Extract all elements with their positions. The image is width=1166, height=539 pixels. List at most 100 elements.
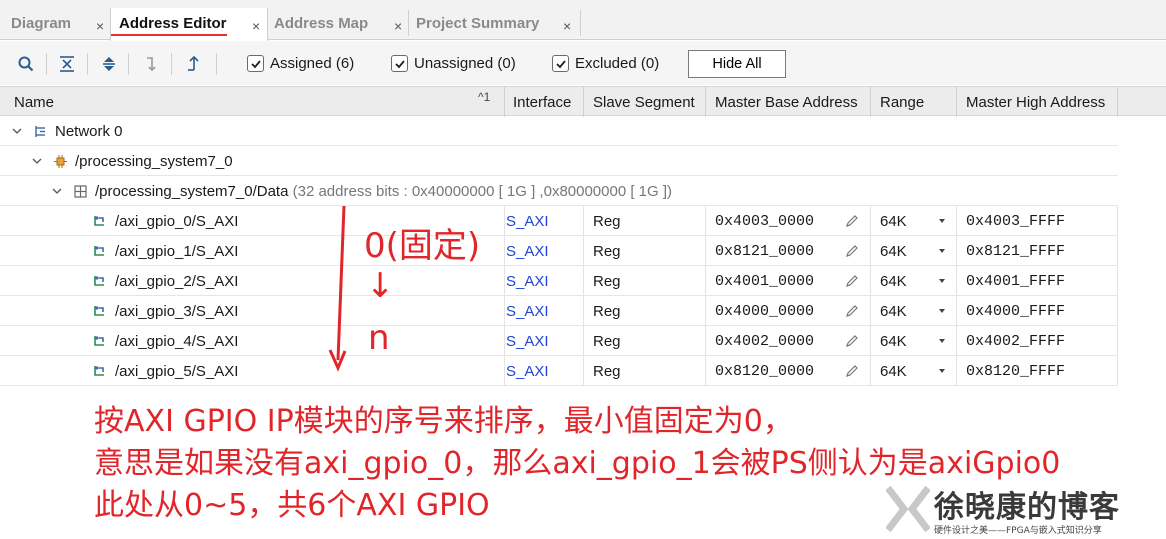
master-base-address[interactable]: 0x4003_0000 <box>715 206 814 236</box>
interface-link[interactable]: S_AXI <box>506 356 549 386</box>
filter-excluded-label: Excluded (0) <box>575 55 660 72</box>
slave-name: /axi_gpio_0/S_AXI <box>115 212 239 230</box>
chevron-down-icon[interactable] <box>10 124 24 138</box>
edit-pencil-icon[interactable] <box>845 364 859 378</box>
filter-assigned-label: Assigned (6) <box>270 55 355 72</box>
column-header-master-high-address[interactable]: Master High Address <box>958 87 1105 117</box>
filter-assigned-checkbox[interactable]: Assigned (6) <box>247 55 354 72</box>
chevron-down-icon[interactable] <box>30 154 44 168</box>
auto-assign-icon[interactable] <box>140 53 162 75</box>
table-row[interactable]: /axi_gpio_0/S_AXI S_AXI Reg 0x4003_0000 64K 0… <box>0 206 1118 236</box>
column-header-interface[interactable]: Interface <box>505 87 571 117</box>
close-icon[interactable]: × <box>252 18 260 34</box>
master-base-address[interactable]: 0x4002_0000 <box>715 326 814 356</box>
edit-pencil-icon[interactable] <box>845 334 859 348</box>
slave-segment: Reg <box>593 302 621 320</box>
chevron-down-icon[interactable] <box>935 364 949 378</box>
tab-address-editor[interactable]: Address Editor × <box>110 8 268 41</box>
interface-link[interactable]: S_AXI <box>506 296 549 326</box>
filter-unassigned-checkbox[interactable]: Unassigned (0) <box>391 55 516 72</box>
master-high-address: 0x4003_FFFF <box>966 212 1066 230</box>
chevron-down-icon[interactable] <box>935 304 949 318</box>
column-divider[interactable] <box>870 87 871 117</box>
chevron-down-icon[interactable] <box>935 214 949 228</box>
master-high-address: 0x4001_FFFF <box>966 272 1066 290</box>
edit-pencil-icon[interactable] <box>845 304 859 318</box>
tree-row-address-space[interactable]: /processing_system7_0/Data (32 address b… <box>0 176 1118 206</box>
edit-pencil-icon[interactable] <box>845 274 859 288</box>
column-header-slave-segment[interactable]: Slave Segment <box>585 87 695 117</box>
column-header-range[interactable]: Range <box>872 87 924 117</box>
tree-row-processor[interactable]: /processing_system7_0 <box>0 146 1118 176</box>
checkmark-icon[interactable] <box>552 55 569 72</box>
chevron-down-icon[interactable] <box>935 244 949 258</box>
range-value[interactable]: 64K <box>880 206 907 236</box>
chevron-down-icon[interactable] <box>50 184 64 198</box>
master-base-address[interactable]: 0x8120_0000 <box>715 356 814 386</box>
move-up-icon[interactable] <box>182 53 204 75</box>
sort-indicator[interactable]: ^1 <box>478 90 490 104</box>
checkmark-icon[interactable] <box>391 55 408 72</box>
column-header-master-base-address[interactable]: Master Base Address <box>707 87 858 117</box>
table-row[interactable]: /axi_gpio_5/S_AXI S_AXI Reg 0x8120_0000 64K 0… <box>0 356 1118 386</box>
tab-address-map[interactable]: Address Map × <box>268 8 408 40</box>
table-row[interactable]: /axi_gpio_3/S_AXI S_AXI Reg 0x4000_0000 64K 0… <box>0 296 1118 326</box>
master-base-address[interactable]: 0x8121_0000 <box>715 236 814 266</box>
interface-link[interactable]: S_AXI <box>506 266 549 296</box>
master-base-address[interactable]: 0x4001_0000 <box>715 266 814 296</box>
search-icon[interactable] <box>15 53 37 75</box>
table-row[interactable]: /axi_gpio_1/S_AXI S_AXI Reg 0x8121_0000 64K 0… <box>0 236 1118 266</box>
tab-label: Address Map <box>274 15 369 32</box>
annotation-down-arrow: ↓ <box>366 266 395 306</box>
watermark-title: 徐晓康的博客 <box>934 490 1120 525</box>
column-divider[interactable] <box>705 87 706 117</box>
network-label: Network 0 <box>55 122 123 140</box>
slave-interface-icon <box>93 274 107 288</box>
range-value[interactable]: 64K <box>880 296 907 326</box>
chevron-down-icon[interactable] <box>935 334 949 348</box>
filter-excluded-checkbox[interactable]: Excluded (0) <box>552 55 659 72</box>
tab-diagram[interactable]: Diagram × <box>0 8 110 40</box>
expand-all-icon[interactable] <box>98 53 120 75</box>
interface-link[interactable]: S_AXI <box>506 206 549 236</box>
range-value[interactable]: 64K <box>880 266 907 296</box>
close-icon[interactable]: × <box>394 18 402 34</box>
hide-all-button[interactable]: Hide All <box>688 50 786 78</box>
edit-pencil-icon[interactable] <box>845 244 859 258</box>
watermark-logo-icon <box>886 486 930 532</box>
master-base-address[interactable]: 0x4000_0000 <box>715 296 814 326</box>
table-row[interactable]: /axi_gpio_4/S_AXI S_AXI Reg 0x4002_0000 64K 0… <box>0 326 1118 356</box>
slave-name: /axi_gpio_5/S_AXI <box>115 362 239 380</box>
checkmark-icon[interactable] <box>247 55 264 72</box>
edit-pencil-icon[interactable] <box>845 214 859 228</box>
slave-segment: Reg <box>593 242 621 260</box>
column-divider[interactable] <box>1117 87 1118 117</box>
tab-project-summary[interactable]: Project Summary × <box>409 8 581 40</box>
address-editor-toolbar: Assigned (6) Unassigned (0) Excluded (0) <box>0 41 1166 85</box>
address-space-label: /processing_system7_0/Data (32 address b… <box>95 176 672 206</box>
interface-link[interactable]: S_AXI <box>506 236 549 266</box>
table-row[interactable]: /axi_gpio_2/S_AXI S_AXI Reg 0x4001_0000 64K 0… <box>0 266 1118 296</box>
master-high-address: 0x4000_FFFF <box>966 302 1066 320</box>
toolbar-divider <box>171 53 172 75</box>
table-header: Name ^1 Interface Slave Segment Master B… <box>0 86 1166 117</box>
range-value[interactable]: 64K <box>880 236 907 266</box>
collapse-all-icon[interactable] <box>56 53 78 75</box>
range-value[interactable]: 64K <box>880 356 907 386</box>
toolbar-divider <box>87 53 88 75</box>
annotation-line-3: 此处从0~5，共6个AXI GPIO <box>94 488 490 523</box>
slave-interface-icon <box>93 334 107 348</box>
slave-interface-icon <box>93 364 107 378</box>
tree-row-network[interactable]: Network 0 <box>0 116 1118 146</box>
chevron-down-icon[interactable] <box>935 274 949 288</box>
close-icon[interactable]: × <box>563 18 571 34</box>
range-value[interactable]: 64K <box>880 326 907 356</box>
slave-segment: Reg <box>593 272 621 290</box>
column-divider[interactable] <box>583 87 584 117</box>
column-header-name[interactable]: Name <box>6 87 54 117</box>
close-icon[interactable]: × <box>96 18 104 34</box>
interface-link[interactable]: S_AXI <box>506 326 549 356</box>
column-divider[interactable] <box>956 87 957 117</box>
slave-name: /axi_gpio_4/S_AXI <box>115 332 239 350</box>
annotation-line-1: 按AXI GPIO IP模块的序号来排序，最小值固定为0， <box>94 404 793 439</box>
